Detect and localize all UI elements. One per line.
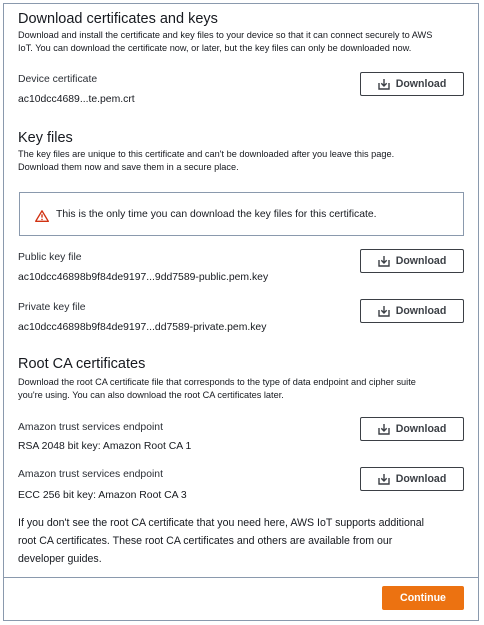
download-button-label: Download <box>395 255 447 267</box>
download-icon <box>377 255 390 267</box>
download-icon <box>377 78 390 90</box>
download-private-key-button[interactable]: Download <box>360 299 464 323</box>
root-ca-1-label: Amazon trust services endpoint <box>18 422 163 433</box>
download-root-ca-1-button[interactable]: Download <box>360 417 464 441</box>
download-icon <box>377 473 390 485</box>
key-files-warning-alert: This is the only time you can download t… <box>19 192 464 236</box>
certificate-panel: Download certificates and keys Download … <box>3 3 479 621</box>
download-public-key-button[interactable]: Download <box>360 249 464 273</box>
root-ca-note: If you don't see the root CA certificate… <box>18 517 425 565</box>
download-root-ca-3-button[interactable]: Download <box>360 467 464 491</box>
root-ca-3-label: Amazon trust services endpoint <box>18 469 163 480</box>
section-title-root-ca: Root CA certificates <box>18 356 146 372</box>
section-description-key-files: The key files are unique to this certifi… <box>18 149 395 172</box>
private-key-label: Private key file <box>18 302 86 313</box>
section-title-key-files: Key files <box>18 130 73 146</box>
section-description-download: Download and install the certificate and… <box>18 30 433 53</box>
section-title-download: Download certificates and keys <box>18 11 218 27</box>
private-key-filename: ac10dcc46898b9f84de9197...dd7589-private… <box>18 322 267 333</box>
root-ca-1-value: RSA 2048 bit key: Amazon Root CA 1 <box>18 441 192 452</box>
download-button-label: Download <box>395 305 447 317</box>
panel-footer: Continue <box>4 577 478 620</box>
public-key-label: Public key file <box>18 252 82 263</box>
device-certificate-filename: ac10dcc4689...te.pem.crt <box>18 94 135 105</box>
warning-triangle-icon <box>35 209 49 222</box>
continue-button[interactable]: Continue <box>382 586 464 610</box>
download-button-label: Download <box>395 78 447 90</box>
warning-alert-text: This is the only time you can download t… <box>56 209 377 220</box>
download-button-label: Download <box>395 423 447 435</box>
section-description-root-ca: Download the root CA certificate file th… <box>18 377 416 400</box>
root-ca-3-value: ECC 256 bit key: Amazon Root CA 3 <box>18 490 187 501</box>
panel-content: Download certificates and keys Download … <box>4 4 478 579</box>
download-button-label: Download <box>395 473 447 485</box>
download-icon <box>377 423 390 435</box>
download-icon <box>377 305 390 317</box>
public-key-filename: ac10dcc46898b9f84de9197...9dd7589-public… <box>18 272 269 283</box>
device-certificate-label: Device certificate <box>18 74 98 85</box>
download-device-certificate-button[interactable]: Download <box>360 72 464 96</box>
